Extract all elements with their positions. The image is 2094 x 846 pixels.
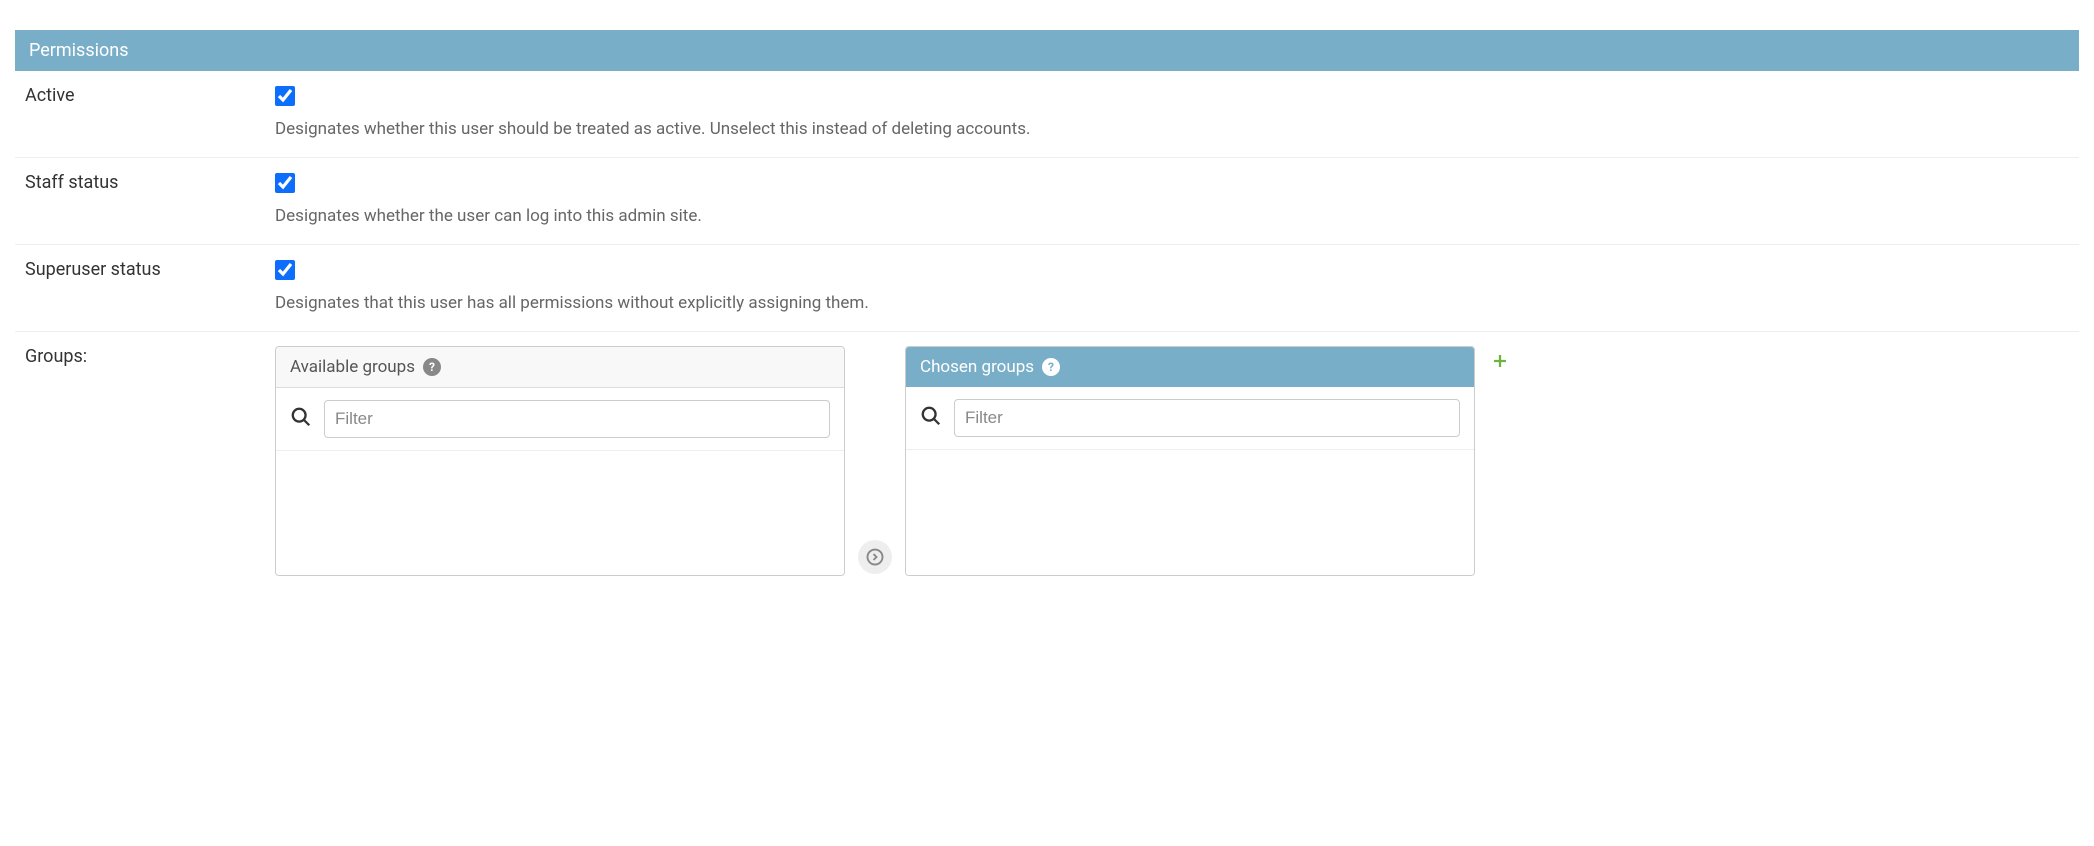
staff-checkbox[interactable]: [275, 173, 295, 193]
add-group-button[interactable]: [1491, 346, 1509, 370]
groups-label: Groups:: [25, 346, 275, 367]
active-label: Active: [25, 85, 275, 106]
groups-row: Groups: Available groups ?: [15, 332, 2079, 576]
chooser-middle: [855, 346, 895, 576]
chosen-groups-panel: Chosen groups ?: [905, 346, 1475, 576]
staff-help: Designates whether the user can log into…: [275, 206, 2069, 226]
search-icon: [290, 406, 312, 432]
chosen-groups-header: Chosen groups ?: [906, 347, 1474, 387]
available-groups-title: Available groups: [290, 357, 415, 377]
available-groups-header: Available groups ?: [276, 347, 844, 388]
help-icon[interactable]: ?: [1042, 358, 1060, 376]
help-icon[interactable]: ?: [423, 358, 441, 376]
chosen-groups-list[interactable]: [906, 450, 1474, 575]
permissions-section-header: Permissions: [15, 30, 2079, 71]
available-filter-input[interactable]: [324, 400, 830, 438]
active-help: Designates whether this user should be t…: [275, 119, 2069, 139]
available-groups-list[interactable]: [276, 451, 844, 575]
active-checkbox[interactable]: [275, 86, 295, 106]
superuser-help: Designates that this user has all permis…: [275, 293, 2069, 313]
superuser-row: Superuser status Designates that this us…: [15, 245, 2079, 332]
chosen-groups-title: Chosen groups: [920, 357, 1034, 377]
superuser-checkbox[interactable]: [275, 260, 295, 280]
search-icon: [920, 405, 942, 431]
available-groups-panel: Available groups ?: [275, 346, 845, 576]
chosen-filter-input[interactable]: [954, 399, 1460, 437]
staff-label: Staff status: [25, 172, 275, 193]
active-row: Active Designates whether this user shou…: [15, 71, 2079, 158]
add-to-chosen-button[interactable]: [858, 540, 892, 574]
superuser-label: Superuser status: [25, 259, 275, 280]
staff-row: Staff status Designates whether the user…: [15, 158, 2079, 245]
